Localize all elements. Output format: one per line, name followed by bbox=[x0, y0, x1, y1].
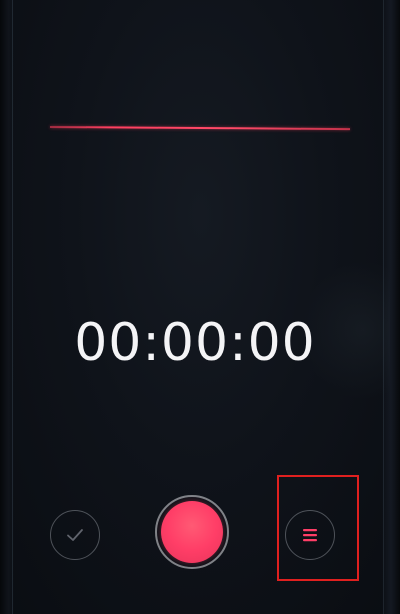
record-button[interactable] bbox=[155, 495, 229, 569]
recording-timer: 00:00:00 bbox=[74, 313, 316, 373]
done-button[interactable] bbox=[50, 510, 100, 560]
highlight-annotation-box bbox=[277, 475, 359, 581]
record-icon bbox=[161, 501, 223, 563]
recorder-screen: 00:00:00 bbox=[0, 0, 400, 614]
waveform-baseline bbox=[49, 126, 350, 131]
checkmark-icon bbox=[67, 529, 83, 541]
